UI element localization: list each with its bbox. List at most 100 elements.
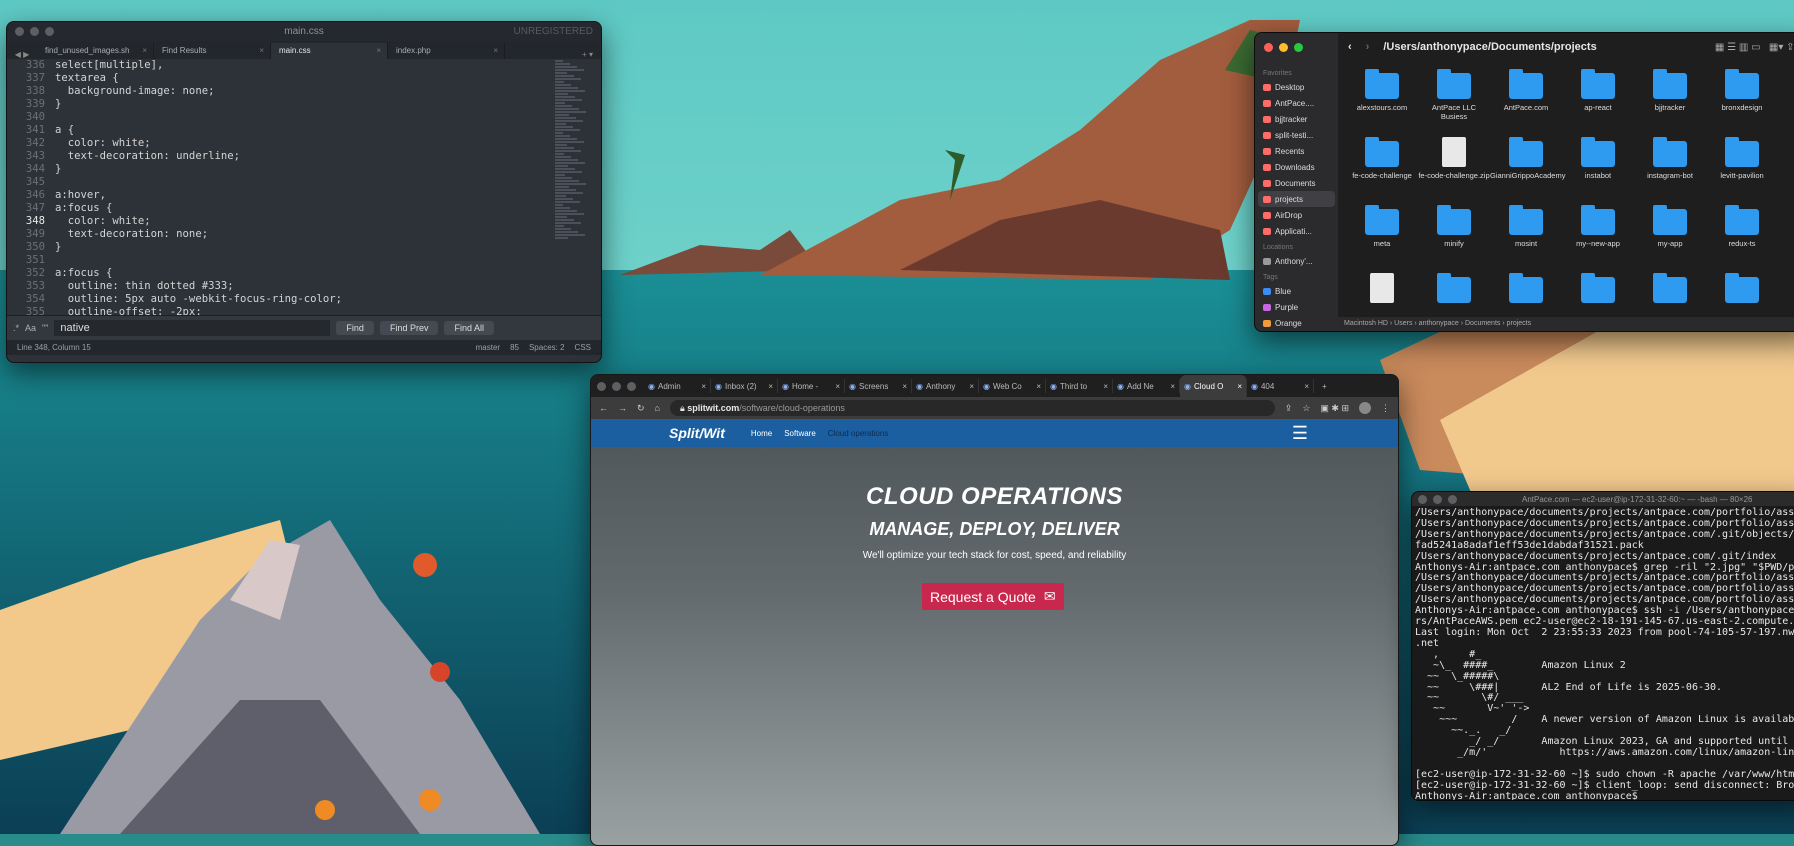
tab-nav-arrows[interactable]: ◀ ▶ xyxy=(7,50,37,59)
address-bar[interactable]: 🔒︎ splitwit.com/software/cloud-operation… xyxy=(669,400,1275,416)
window-controls[interactable] xyxy=(1418,494,1457,504)
finder-item[interactable]: minify xyxy=(1418,201,1490,269)
close-icon[interactable]: × xyxy=(259,43,264,59)
bookmark-star-icon[interactable]: ☆ xyxy=(1302,403,1310,414)
sidebar-item[interactable]: AntPace.... xyxy=(1255,95,1338,111)
reload-icon[interactable]: ↻ xyxy=(637,403,645,414)
new-tab-icon[interactable]: + xyxy=(1322,382,1327,391)
tab-find-results[interactable]: Find Results × xyxy=(154,43,271,59)
code-line[interactable]: 350} xyxy=(7,241,601,254)
code-line[interactable]: 341 a { xyxy=(7,124,601,137)
sidebar-item[interactable]: Downloads xyxy=(1255,159,1338,175)
finder-item[interactable]: bjjtracker xyxy=(1634,65,1706,133)
forward-icon[interactable]: → xyxy=(618,403,627,413)
close-icon[interactable]: × xyxy=(1237,382,1242,391)
profile-avatar[interactable] xyxy=(1359,402,1371,414)
view-mode-icons[interactable]: ▦ ☰ ▥ ▭ ▦▾ ⇪ ◇ xyxy=(1715,42,1794,53)
browser-tab[interactable]: ◉ 404 × xyxy=(1247,379,1314,393)
close-icon[interactable]: × xyxy=(701,382,706,391)
request-quote-button[interactable]: Request a Quote ✉ xyxy=(922,583,1064,610)
indentation[interactable]: Spaces: 2 xyxy=(529,343,565,352)
code-line[interactable]: 345 xyxy=(7,176,601,189)
code-line[interactable]: 352 a:focus { xyxy=(7,267,601,280)
browser-tab[interactable]: ◉ Add Ne × xyxy=(1113,379,1180,393)
code-area[interactable]: 336 select[multiple], 337 textarea {338 bac… xyxy=(7,59,601,315)
regex-toggle[interactable]: .* xyxy=(13,323,19,333)
code-line[interactable]: 351 xyxy=(7,254,601,267)
close-icon[interactable]: × xyxy=(493,43,498,59)
code-line[interactable]: 337 textarea { xyxy=(7,72,601,85)
code-line[interactable]: 349 text-decoration: none; xyxy=(7,228,601,241)
tab-main-css[interactable]: main.css × xyxy=(271,43,388,59)
finder-item[interactable]: fe-code-challenge xyxy=(1346,133,1418,201)
extensions-icon[interactable]: ▣ ✱ ⊞ xyxy=(1320,403,1349,414)
finder-item[interactable]: instagram-bot xyxy=(1634,133,1706,201)
close-icon[interactable]: × xyxy=(969,382,974,391)
close-icon[interactable]: × xyxy=(902,382,907,391)
finder-item[interactable]: redux-ts xyxy=(1706,201,1778,269)
git-branch[interactable]: master xyxy=(476,343,500,352)
code-line[interactable]: 355 outline-offset: -2px; xyxy=(7,306,601,315)
code-line[interactable]: 336 select[multiple], xyxy=(7,59,601,72)
finder-item[interactable]: alexstours.com xyxy=(1346,65,1418,133)
sidebar-item[interactable]: Recents xyxy=(1255,143,1338,159)
finder-window[interactable]: Favorites Desktop AntPace.... bjjtracker spl… xyxy=(1254,32,1794,332)
close-icon[interactable]: × xyxy=(1103,382,1108,391)
syntax-mode[interactable]: CSS xyxy=(575,343,591,352)
nav-home-link[interactable]: Home xyxy=(751,429,772,438)
code-line[interactable]: 348 color: white; xyxy=(7,215,601,228)
browser-tab[interactable]: ◉ Anthony × xyxy=(912,379,979,393)
sidebar-item[interactable]: projects xyxy=(1258,191,1335,207)
sidebar-item[interactable]: Blue xyxy=(1255,283,1338,299)
browser-tab[interactable]: ◉ Home - × xyxy=(778,379,845,393)
code-line[interactable]: 340 xyxy=(7,111,601,124)
tab-find-unused-images[interactable]: find_unused_images.sh × xyxy=(37,43,154,59)
sidebar-item[interactable]: Purple xyxy=(1255,299,1338,315)
code-editor-window[interactable]: main.css UNREGISTERED ◀ ▶ find_unused_im… xyxy=(6,21,602,363)
find-button[interactable]: Find xyxy=(336,321,374,335)
back-icon[interactable]: ‹ xyxy=(1348,41,1352,53)
terminal-output[interactable]: /Users/anthonypace/documents/projects/an… xyxy=(1412,506,1794,800)
finder-item[interactable]: levitt-pavilion xyxy=(1706,133,1778,201)
finder-item[interactable]: my--new-app xyxy=(1562,201,1634,269)
finder-path-bar[interactable]: Macintosh HD › Users › anthonypace › Doc… xyxy=(1338,317,1794,331)
browser-window[interactable]: ◉ Admin × ◉ Inbox (2) × ◉ Home - × ◉ Screens × ◉ Anth… xyxy=(590,374,1399,846)
finder-item[interactable]: GianniGrippoAcademy xyxy=(1490,133,1565,201)
code-line[interactable]: 346 a:hover, xyxy=(7,189,601,202)
code-line[interactable]: 343 text-decoration: underline; xyxy=(7,150,601,163)
close-icon[interactable]: × xyxy=(835,382,840,391)
code-line[interactable]: 344} xyxy=(7,163,601,176)
browser-tab[interactable]: ◉ Screens × xyxy=(845,379,912,393)
finder-item[interactable]: AntPace.com xyxy=(1490,65,1562,133)
browser-tab[interactable]: ◉ Cloud O × xyxy=(1180,375,1247,397)
sidebar-item[interactable]: Orange xyxy=(1255,315,1338,331)
close-icon[interactable]: × xyxy=(376,43,381,59)
finder-item[interactable]: instabot xyxy=(1562,133,1634,201)
finder-item[interactable]: meta xyxy=(1346,201,1418,269)
sidebar-item[interactable]: Desktop xyxy=(1255,79,1338,95)
tab-index-php[interactable]: index.php × xyxy=(388,43,505,59)
code-line[interactable]: 338 background-image: none; xyxy=(7,85,601,98)
code-line[interactable]: 339} xyxy=(7,98,601,111)
whole-word-toggle[interactable]: "" xyxy=(42,323,48,333)
nav-cloud-operations-link[interactable]: Cloud operations xyxy=(828,429,888,438)
sidebar-item[interactable]: Documents xyxy=(1255,175,1338,191)
code-line[interactable]: 353 outline: thin dotted #333; xyxy=(7,280,601,293)
window-controls[interactable] xyxy=(597,381,636,391)
terminal-titlebar[interactable]: AntPace.com — ec2-user@ip-172-31-32-60:~… xyxy=(1412,492,1794,506)
browser-tab[interactable]: ◉ Web Co × xyxy=(979,379,1046,393)
close-icon[interactable]: × xyxy=(1036,382,1041,391)
minimap[interactable] xyxy=(555,59,591,315)
nav-software-link[interactable]: Software xyxy=(784,429,816,438)
browser-tab[interactable]: ◉ Admin × xyxy=(644,379,711,393)
terminal-window[interactable]: AntPace.com — ec2-user@ip-172-31-32-60:~… xyxy=(1411,491,1794,801)
back-icon[interactable]: ← xyxy=(599,403,608,413)
hamburger-menu-icon[interactable]: ☰ xyxy=(1292,424,1308,442)
find-all-button[interactable]: Find All xyxy=(444,321,494,335)
home-icon[interactable]: ⌂ xyxy=(655,403,660,413)
close-icon[interactable]: × xyxy=(768,382,773,391)
find-input[interactable]: native xyxy=(54,320,331,336)
sidebar-item[interactable]: split-testi... xyxy=(1255,127,1338,143)
editor-titlebar[interactable]: main.css UNREGISTERED xyxy=(7,22,601,41)
close-icon[interactable]: × xyxy=(1304,382,1309,391)
